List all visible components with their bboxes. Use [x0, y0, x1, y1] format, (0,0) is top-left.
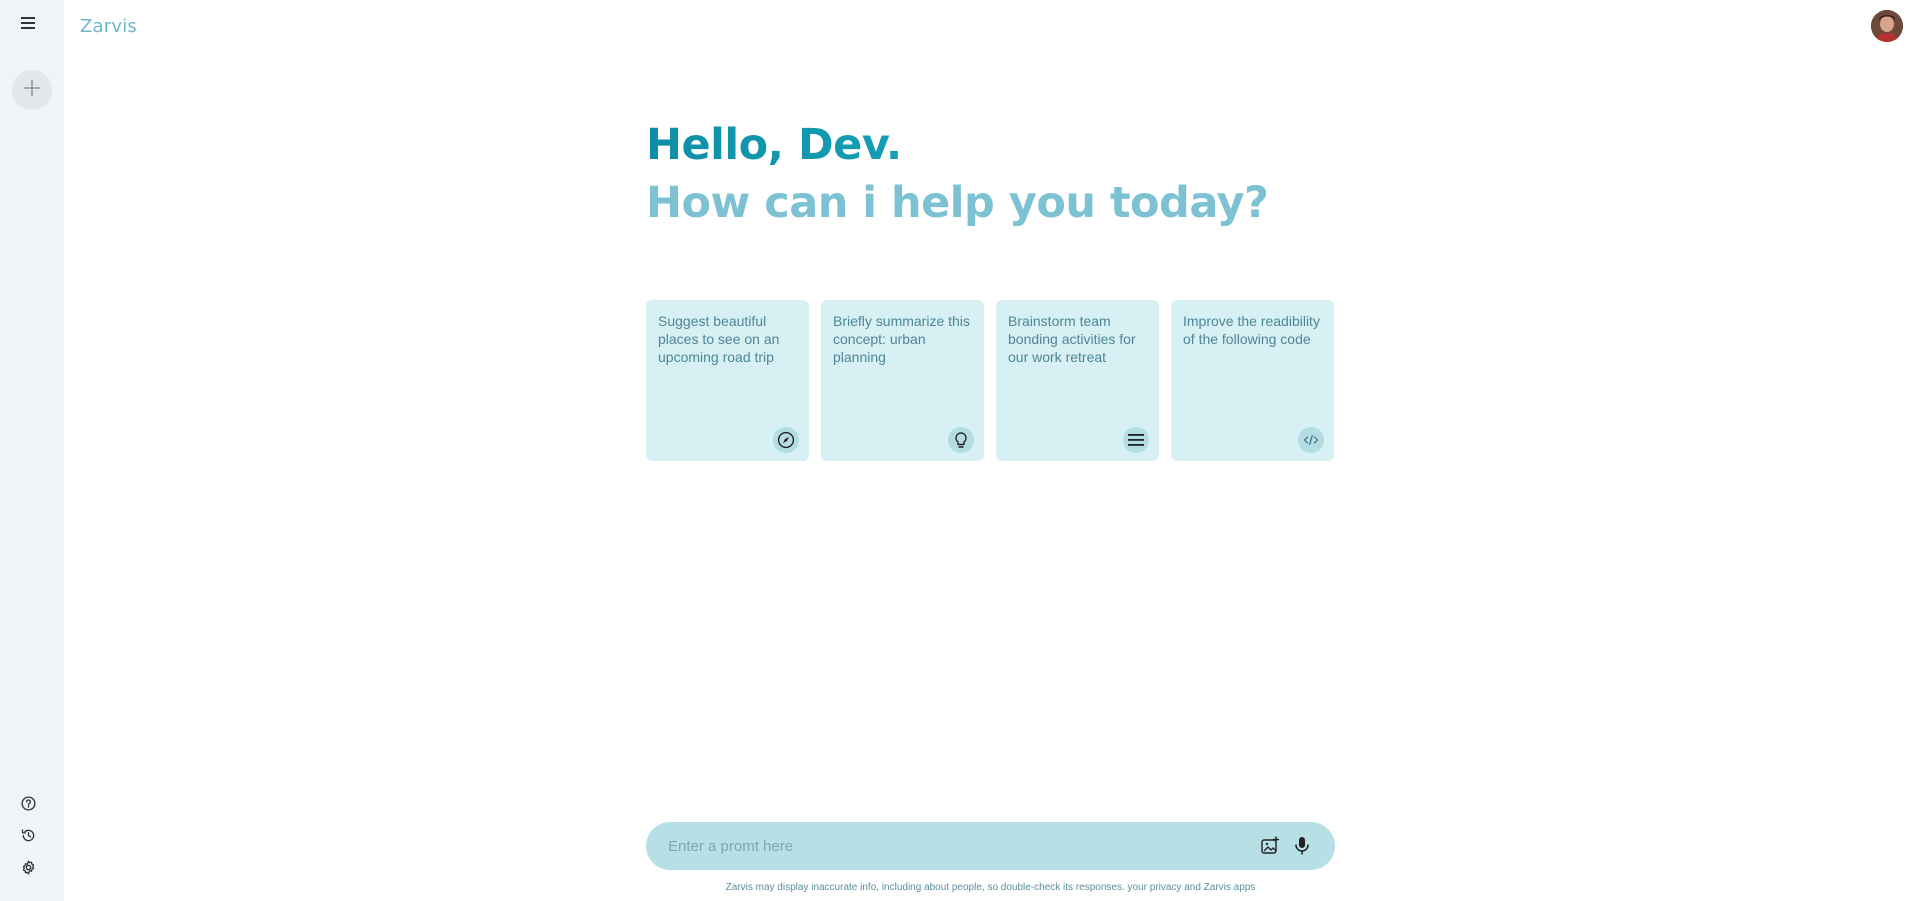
code-icon	[1298, 427, 1324, 453]
suggestion-card-code-readability[interactable]: Improve the readibility of the following…	[1171, 300, 1334, 461]
app-title: Zarvis	[80, 16, 137, 37]
suggestion-cards: Suggest beautiful places to see on an up…	[646, 300, 1334, 461]
card-text: Suggest beautiful places to see on an up…	[658, 313, 780, 365]
new-chat-button[interactable]	[12, 70, 52, 110]
avatar[interactable]	[1871, 10, 1903, 42]
prompt-input[interactable]	[668, 837, 1249, 855]
help-icon	[20, 796, 36, 816]
greeting-subtitle: How can i help you today?	[646, 178, 1269, 228]
settings-button[interactable]	[18, 860, 38, 880]
prompt-bar	[646, 822, 1335, 870]
disclaimer-text: Zarvis may display inaccurate info, incl…	[725, 882, 1256, 893]
mic-icon[interactable]	[1291, 835, 1313, 857]
card-text: Improve the readibility of the following…	[1183, 313, 1320, 347]
greeting: Hello, Dev. How can i help you today?	[646, 116, 1269, 232]
gear-icon	[21, 860, 36, 880]
card-text: Brainstorm team bonding activities for o…	[1008, 313, 1136, 365]
lightbulb-icon	[948, 427, 974, 453]
compass-icon	[773, 427, 799, 453]
history-button[interactable]	[18, 828, 38, 848]
suggestion-card-road-trip[interactable]: Suggest beautiful places to see on an up…	[646, 300, 809, 461]
greeting-hello: Hello, Dev.	[646, 116, 1269, 174]
image-add-icon[interactable]	[1259, 835, 1281, 857]
card-text: Briefly summarize this concept: urban pl…	[833, 313, 970, 365]
sidebar	[0, 0, 64, 901]
list-icon	[1123, 427, 1149, 453]
menu-icon[interactable]	[16, 12, 40, 34]
plus-icon	[24, 79, 40, 101]
suggestion-card-urban-planning[interactable]: Briefly summarize this concept: urban pl…	[821, 300, 984, 461]
help-button[interactable]	[18, 796, 38, 816]
suggestion-card-team-bonding[interactable]: Brainstorm team bonding activities for o…	[996, 300, 1159, 461]
history-icon	[21, 828, 36, 848]
user-avatar-icon	[1871, 10, 1903, 42]
